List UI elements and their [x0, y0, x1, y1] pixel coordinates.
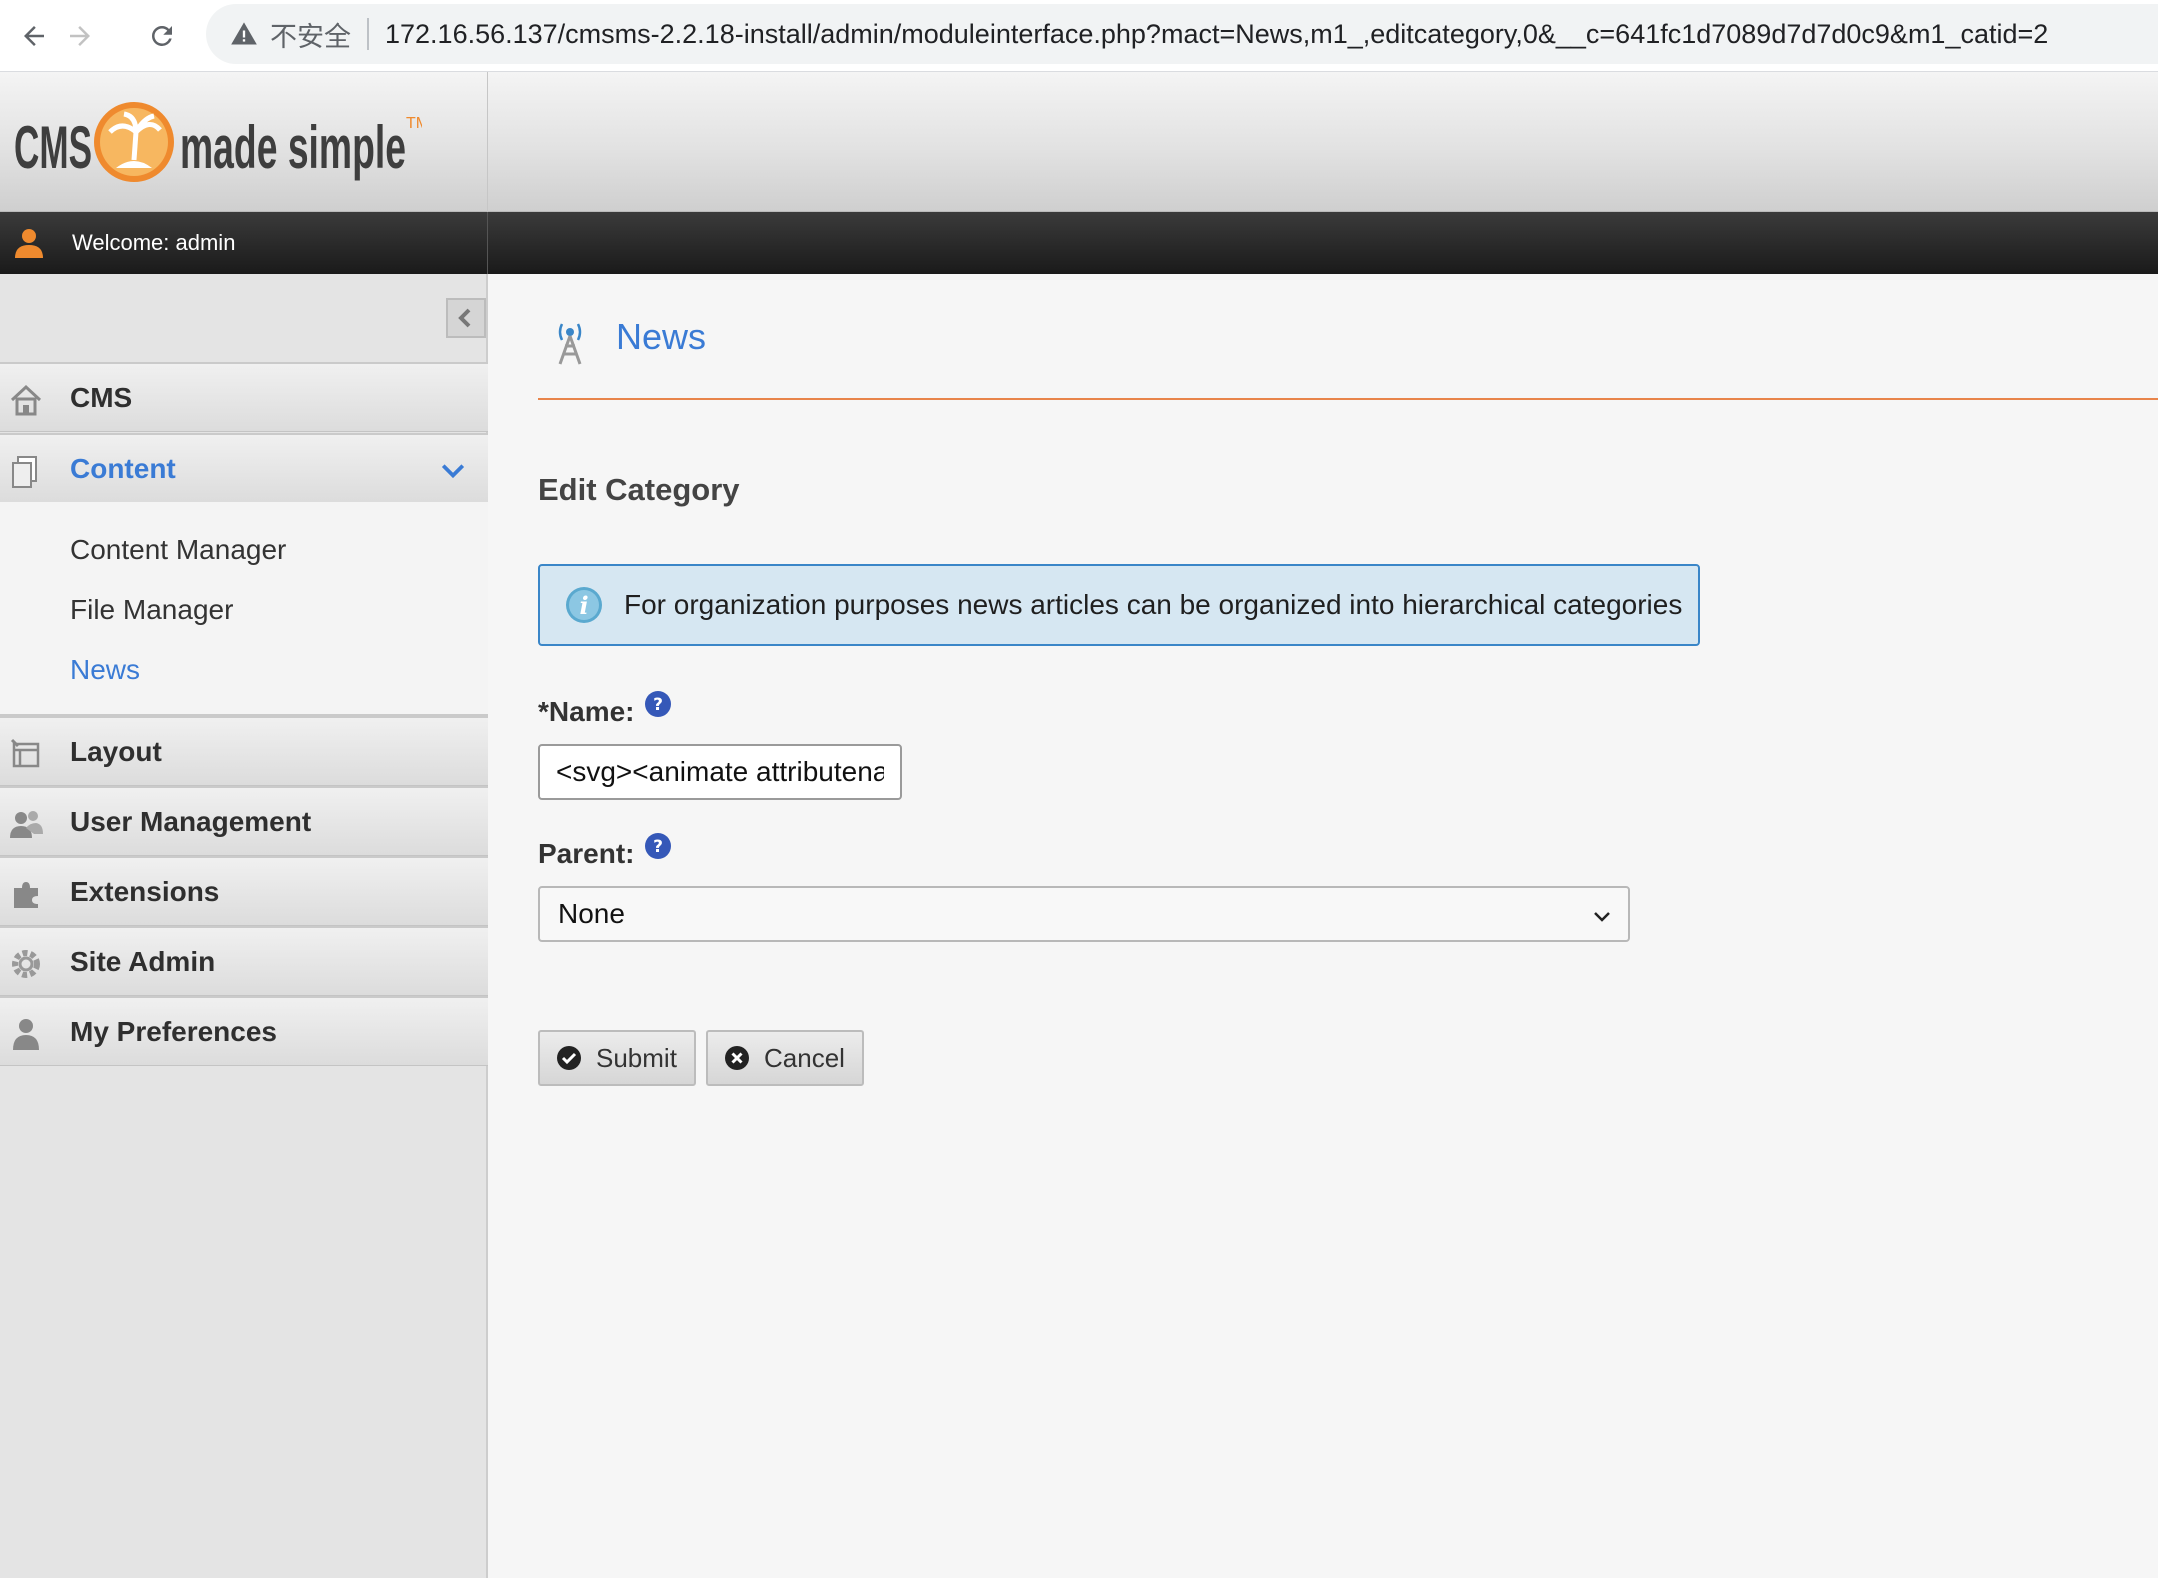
users-icon	[10, 811, 43, 838]
sidebar-item-label: CMS	[70, 381, 133, 413]
forward-button[interactable]	[52, 8, 108, 64]
help-icon[interactable]: ?	[644, 690, 672, 718]
module-title: News	[616, 316, 707, 357]
sidebar-item-label: Site Admin	[70, 945, 216, 977]
content-icon	[12, 456, 37, 488]
sidebar-item-cms[interactable]: CMS	[0, 362, 488, 432]
welcome-text: Welcome: admin	[72, 230, 236, 255]
warning-icon	[231, 22, 257, 45]
reload-icon	[152, 25, 172, 46]
title-divider	[538, 398, 2158, 400]
check-icon	[557, 1046, 581, 1070]
submit-label: Submit	[596, 1042, 677, 1073]
chevron-down-icon	[441, 464, 465, 479]
cancel-button[interactable]: Cancel	[706, 1030, 864, 1086]
news-icon	[558, 323, 582, 365]
info-icon: i	[566, 587, 602, 623]
info-text: For organization purposes news articles …	[624, 589, 1683, 620]
parent-select-value: None	[558, 898, 625, 929]
arrow-left-icon	[24, 26, 44, 46]
page-title: Edit Category	[538, 472, 740, 507]
name-field[interactable]	[538, 744, 902, 800]
browser-toolbar: 不安全 172.16.56.137/cmsms-2.2.18-install/a…	[0, 0, 2158, 72]
svg-text:?: ?	[653, 837, 663, 857]
home-icon	[10, 384, 42, 416]
sidebar-item-user-management[interactable]: User Management	[0, 786, 488, 856]
reload-button[interactable]	[134, 8, 190, 64]
sidebar-item-label: Content	[70, 452, 176, 484]
sidebar-item-my-preferences[interactable]: My Preferences	[0, 996, 488, 1066]
sidebar-item-site-admin[interactable]: Site Admin	[0, 926, 488, 996]
sidebar-item-label: User Management	[70, 805, 312, 837]
url-text[interactable]: 172.16.56.137/cmsms-2.2.18-install/admin…	[385, 19, 2048, 50]
close-icon	[725, 1046, 749, 1070]
collapse-sidebar-button[interactable]	[446, 298, 486, 338]
logo[interactable]: CMS made simple TM	[0, 72, 488, 212]
user-icon	[15, 229, 43, 258]
svg-text:?: ?	[653, 695, 663, 715]
user-icon	[13, 1019, 39, 1050]
layout-icon	[10, 738, 40, 768]
submit-button[interactable]: Submit	[538, 1030, 696, 1086]
name-label: *Name:	[538, 696, 635, 727]
sidebar-item-layout[interactable]: Layout	[0, 716, 488, 786]
info-message: i For organization purposes news article…	[538, 564, 1700, 646]
welcome-bar: Welcome: admin	[0, 212, 2158, 274]
cancel-label: Cancel	[764, 1042, 845, 1073]
svg-text:i: i	[579, 591, 588, 620]
main-content: News Edit Category i For organization pu…	[490, 274, 2158, 1578]
sidebar: CMS Content Content Manager File Manager…	[0, 274, 488, 1578]
cms-header: CMS made simple TM	[0, 72, 2158, 212]
svg-text:made simple: made simple	[180, 114, 406, 181]
gear-icon	[12, 950, 40, 978]
svg-text:TM: TM	[406, 115, 422, 132]
chevron-down-icon	[1594, 912, 1610, 922]
address-bar[interactable]: 不安全 172.16.56.137/cmsms-2.2.18-install/a…	[206, 4, 2158, 64]
cms-logo-icon: CMS made simple TM	[14, 102, 422, 182]
submenu-item-file-manager[interactable]: File Manager	[70, 594, 233, 626]
sidebar-item-content[interactable]: Content	[0, 433, 488, 503]
sidebar-item-label: Layout	[70, 735, 162, 767]
submenu-item-content-manager[interactable]: Content Manager	[70, 534, 286, 566]
submenu-item-news[interactable]: News	[70, 654, 140, 686]
sidebar-item-label: My Preferences	[70, 1015, 278, 1047]
content-submenu: Content Manager File Manager News	[0, 502, 488, 716]
sidebar-item-label: Extensions	[70, 875, 220, 907]
puzzle-icon	[14, 882, 38, 908]
chevron-left-icon	[458, 308, 471, 328]
insecure-label: 不安全	[270, 21, 351, 53]
help-icon[interactable]: ?	[644, 832, 672, 860]
parent-label: Parent:	[538, 838, 635, 869]
sidebar-item-extensions[interactable]: Extensions	[0, 856, 488, 926]
url-separator	[367, 18, 369, 50]
svg-text:CMS: CMS	[14, 114, 92, 181]
arrow-right-icon	[70, 26, 90, 46]
parent-select[interactable]: None	[538, 886, 1630, 942]
